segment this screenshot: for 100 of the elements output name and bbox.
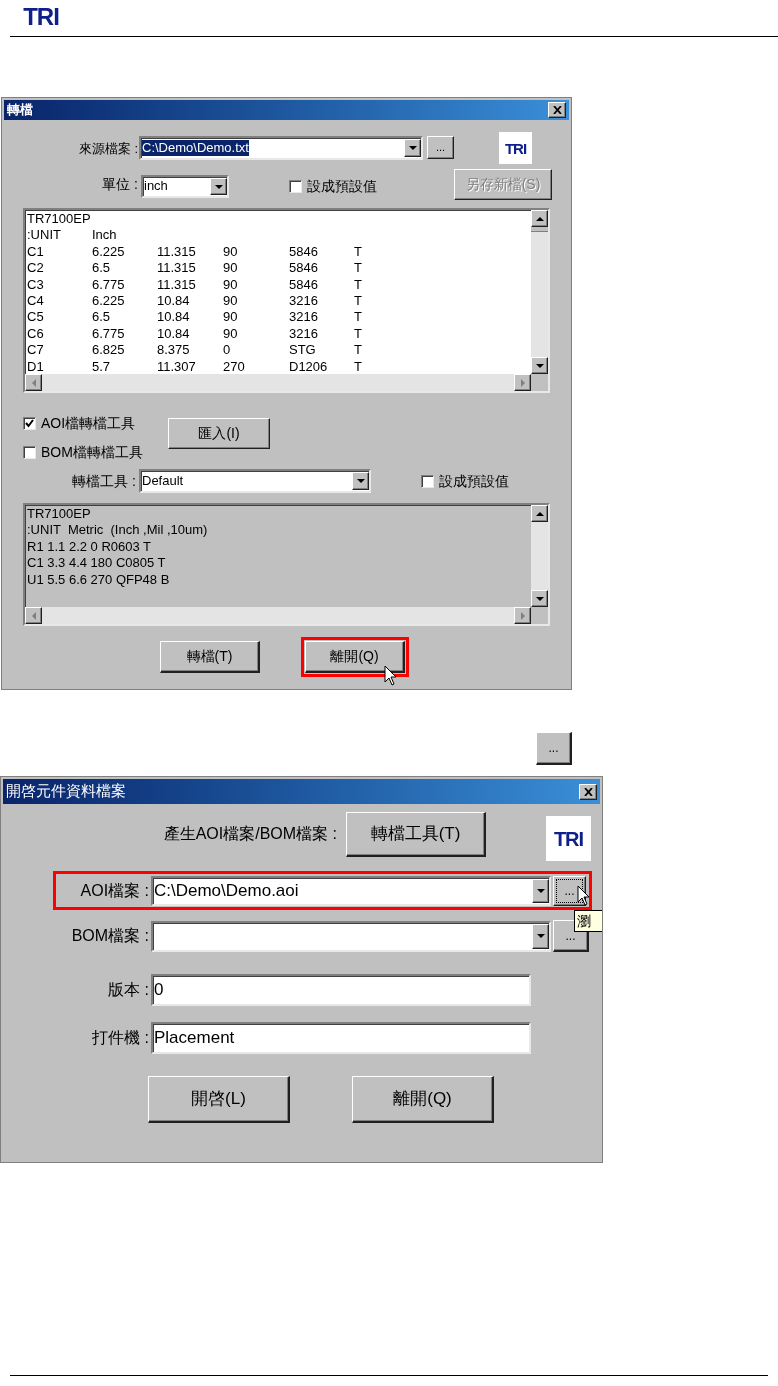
example-line: U1 5.5 6.6 270 QFP48 B [27, 571, 170, 588]
right-arrow-icon [520, 378, 525, 387]
up-arrow-icon [535, 511, 544, 516]
listing-text: 6.775 [92, 276, 125, 293]
listing-text: 11.315 [157, 243, 196, 260]
listing-text: 6.825 [92, 342, 125, 359]
field-label: 單位 : [101, 175, 138, 194]
scroll-button[interactable] [531, 357, 548, 374]
checkbox[interactable] [23, 417, 36, 430]
field-label: BOM檔案 : [70, 926, 149, 946]
dropdown-field[interactable] [151, 920, 551, 952]
horizontal-scrollbar[interactable] [25, 374, 531, 391]
listing-text: 90 [223, 325, 238, 342]
checkbox[interactable] [289, 180, 302, 193]
tooltip: 瀏 [574, 910, 602, 932]
caret-icon [536, 888, 545, 893]
listing-text: C1 [27, 243, 44, 260]
horizontal-scrollbar[interactable] [25, 607, 531, 624]
vertical-scrollbar[interactable] [531, 505, 548, 607]
listing-text: T [354, 243, 362, 260]
listing-text: 270 [223, 358, 245, 374]
listing-text: 90 [223, 292, 238, 309]
listing-text: C4 [27, 292, 44, 309]
checkbox-label: BOM檔轉檔工具 [41, 443, 143, 462]
listing-text: 6.225 [92, 243, 125, 260]
listing-text: 90 [223, 260, 238, 277]
cursor-icon [384, 665, 398, 687]
close-icon [583, 787, 593, 796]
example-line: TR7100EP [27, 506, 91, 523]
listing-text: 5846 [289, 260, 318, 277]
listing-text: 90 [223, 276, 238, 293]
logo: TRI [499, 132, 532, 164]
dropdown-field[interactable]: C:\Demo\Demo.txt [139, 136, 423, 160]
button[interactable]: 開啓(L) [148, 1076, 290, 1123]
listing-text: D1 [27, 358, 44, 374]
listing-text: 5846 [289, 276, 318, 293]
listing-text: 5.7 [92, 358, 111, 374]
listing-text: 11.315 [157, 260, 196, 277]
listing-text: 90 [223, 309, 238, 326]
listing-text: 5846 [289, 243, 318, 260]
button[interactable]: 離開(Q) [305, 641, 405, 673]
dropdown-field[interactable]: Default [139, 469, 371, 493]
dropdown-button[interactable] [210, 178, 227, 195]
button[interactable]: 匯入(I) [168, 418, 270, 449]
dropdown-button[interactable] [532, 923, 549, 949]
listing-text: T [354, 260, 362, 277]
scroll-button[interactable] [531, 210, 548, 227]
input-field[interactable]: Placement [151, 1022, 531, 1054]
dropdown-field[interactable]: inch [141, 175, 229, 198]
checkbox[interactable] [421, 474, 434, 488]
close-button[interactable] [579, 783, 597, 800]
checkbox[interactable] [23, 446, 36, 459]
listing-text: 10.84 [157, 309, 190, 326]
listing-text: 10.84 [157, 325, 190, 342]
button[interactable]: 轉檔工具(T) [346, 812, 486, 857]
listing-text: :UNIT [27, 227, 61, 244]
button[interactable]: ... [427, 136, 454, 159]
listing-text: 6.5 [92, 309, 111, 326]
input-field[interactable]: 0 [151, 974, 531, 1006]
scroll-button[interactable] [514, 374, 531, 391]
field-label: 轉檔工具 : [71, 471, 136, 491]
right-arrow-icon [520, 611, 525, 620]
caret-icon [536, 934, 545, 938]
dropdown-field[interactable]: C:\Demo\Demo.aoi [151, 875, 551, 906]
close-icon [552, 106, 562, 114]
window-title: 轉檔 [7, 101, 33, 120]
listing-text: 3216 [289, 325, 318, 342]
dropdown-button[interactable] [404, 139, 421, 157]
checkbox-label: 設成預設值 [439, 471, 509, 491]
scroll-button[interactable] [514, 607, 531, 624]
scroll-button[interactable] [25, 607, 42, 624]
caret-icon [214, 184, 223, 189]
scroll-thumb[interactable] [531, 227, 548, 232]
listing-text: C2 [27, 260, 44, 277]
example-line: C1 3.3 4.4 180 C0805 T [27, 555, 166, 572]
listing-text: D1206 [289, 358, 328, 374]
close-button[interactable] [548, 102, 566, 118]
cursor-icon [577, 885, 591, 907]
button[interactable]: 轉檔(T) [160, 641, 260, 673]
button[interactable]: ... [536, 732, 572, 765]
field-label: 來源檔案 : [77, 140, 138, 158]
scroll-button[interactable] [531, 590, 548, 607]
window-title: 開啓元件資料檔案 [6, 781, 126, 802]
listing-text: Inch [92, 227, 117, 244]
scroll-button[interactable] [25, 374, 42, 391]
dropdown-button[interactable] [352, 472, 369, 490]
logo: TRI [546, 816, 591, 861]
left-arrow-icon [31, 611, 36, 620]
scroll-button[interactable] [531, 505, 548, 522]
listing-text: T [354, 325, 362, 342]
listing-text: 6.225 [92, 292, 125, 309]
up-arrow-icon [535, 216, 544, 221]
listing-text: T [354, 276, 362, 293]
dropdown-button[interactable] [532, 878, 549, 903]
listing-text: STG [289, 342, 316, 359]
button[interactable]: 離開(Q) [352, 1076, 494, 1123]
listing-text: 3216 [289, 292, 318, 309]
listing-text: 0 [223, 342, 231, 359]
listing-text: T [354, 309, 362, 326]
vertical-scrollbar[interactable] [531, 210, 548, 374]
